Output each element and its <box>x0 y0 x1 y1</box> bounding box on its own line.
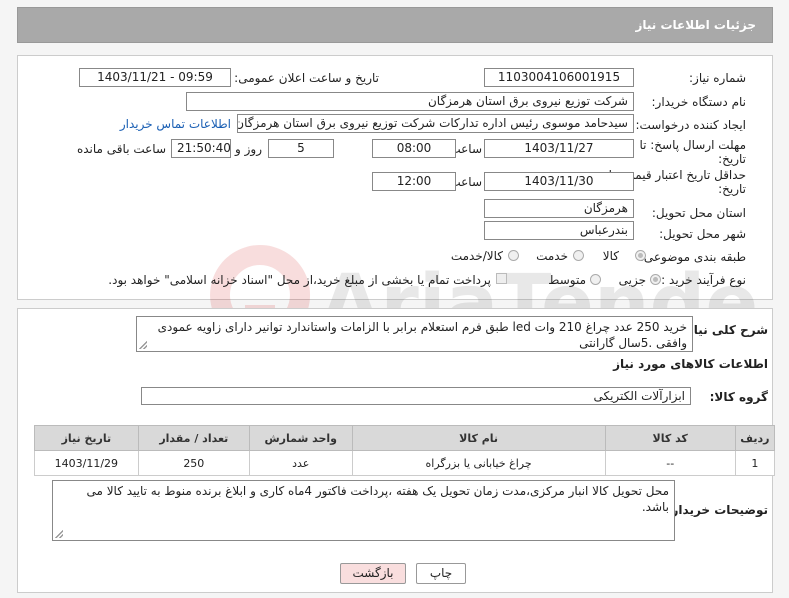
purchase-radio-medium[interactable] <box>590 274 601 285</box>
need-number-label: شماره نیاز: <box>689 71 746 85</box>
goods-table-header: تاریخ نیاز تعداد / مقدار واحد شمارش نام … <box>34 425 776 451</box>
category-label: طبقه بندی موضوعی: <box>639 250 746 264</box>
summary-field: خرید 250 عدد چراغ 210 وات led طبق فرم اس… <box>136 316 693 352</box>
category-option-service: خدمت <box>536 249 568 263</box>
price-validity-time: 12:00 <box>372 172 456 191</box>
buyer-notes-text: محل تحویل کالا انبار مرکزی،مدت زمان تحوی… <box>86 484 669 514</box>
purchase-option-minor: جزیی <box>618 273 646 287</box>
goods-table: تاریخ نیاز تعداد / مقدار واحد شمارش نام … <box>34 425 776 476</box>
goods-group-field: ابزارآلات الکتریکی <box>141 387 691 405</box>
category-radio-goods-service[interactable] <box>508 250 519 261</box>
back-button[interactable]: بازگشت <box>340 563 406 584</box>
requester-label: ایجاد کننده درخواست: <box>635 118 746 132</box>
page-header: جزئیات اطلاعات نیاز <box>17 7 773 43</box>
price-validity-label-2: تاریخ: <box>718 182 746 196</box>
goods-info-title: اطلاعات کالاهای مورد نیاز <box>613 357 768 371</box>
col-row-number: ردیف <box>734 425 776 451</box>
requester-field: سیدحامد موسوی رئیس اداره تدارکات شرکت تو… <box>237 114 634 133</box>
cell-goods-code: -- <box>604 450 736 476</box>
remaining-days-field: 5 <box>268 139 334 158</box>
cell-goods-name: چراغ خیابانی یا بزرگراه <box>351 450 606 476</box>
buyer-notes-field: محل تحویل کالا انبار مرکزی،مدت زمان تحوی… <box>52 480 675 541</box>
col-goods-code: کد کالا <box>604 425 736 451</box>
purchase-option-medium: متوسط <box>548 273 586 287</box>
summary-label: شرح کلی نیاز: <box>682 323 768 337</box>
summary-text: خرید 250 عدد چراغ 210 وات led طبق فرم اس… <box>157 320 687 350</box>
goods-group-label: گروه کالا: <box>709 390 768 404</box>
buyer-notes-resize-grip[interactable] <box>55 530 63 538</box>
buyer-org-field: شرکت توزیع نیروی برق استان هرمزگان <box>186 92 634 111</box>
province-field: هرمزگان <box>484 199 634 218</box>
print-button[interactable]: چاپ <box>416 563 466 584</box>
summary-resize-grip[interactable] <box>139 341 147 349</box>
category-option-goods-service: کالا/خدمت <box>450 249 503 263</box>
buyer-notes-label: توضیحات خریدار: <box>666 503 768 517</box>
reply-deadline-time: 08:00 <box>372 139 456 158</box>
col-unit: واحد شمارش <box>248 425 353 451</box>
treasury-payment-note: پرداخت تمام یا بخشی از مبلغ خرید،از محل … <box>108 273 491 287</box>
col-quantity: تعداد / مقدار <box>137 425 250 451</box>
page-title: جزئیات اطلاعات نیاز <box>635 18 756 32</box>
treasury-payment-checkbox[interactable] <box>496 273 507 284</box>
reply-deadline-label-2: تاریخ: <box>718 152 746 166</box>
reply-deadline-date: 1403/11/27 <box>484 139 634 158</box>
announce-datetime-field: 1403/11/21 - 09:59 <box>79 68 231 87</box>
announce-datetime-label: تاریخ و ساعت اعلان عمومی: <box>234 71 379 85</box>
city-field: بندرعباس <box>484 221 634 240</box>
buyer-org-label: نام دستگاه خریدار: <box>651 95 747 109</box>
table-row: 1403/11/29 250 عدد چراغ خیابانی یا بزرگر… <box>34 450 776 476</box>
col-need-date: تاریخ نیاز <box>34 425 139 451</box>
category-radio-service[interactable] <box>573 250 584 261</box>
need-number-field: 1103004106001915 <box>484 68 634 87</box>
category-radio-goods[interactable] <box>635 250 646 261</box>
remaining-time-field: 21:50:40 <box>171 139 231 158</box>
cell-row-number: 1 <box>734 450 776 476</box>
cell-need-date: 1403/11/29 <box>34 450 139 476</box>
city-label: شهر محل تحویل: <box>659 227 746 241</box>
category-option-goods: کالا <box>602 249 619 263</box>
cell-unit: عدد <box>248 450 353 476</box>
purchase-radio-minor[interactable] <box>650 274 661 285</box>
col-goods-name: نام کالا <box>351 425 606 451</box>
buyer-contact-link[interactable]: اطلاعات تماس خریدار <box>120 117 231 131</box>
cell-quantity: 250 <box>137 450 250 476</box>
purchase-type-label: نوع فرآیند خرید : <box>661 273 746 287</box>
days-label: روز و <box>235 142 262 156</box>
remaining-label: ساعت باقی مانده <box>76 142 166 156</box>
price-validity-date: 1403/11/30 <box>484 172 634 191</box>
reply-deadline-label: مهلت ارسال پاسخ: تا <box>639 138 746 152</box>
province-label: استان محل تحویل: <box>651 206 746 220</box>
